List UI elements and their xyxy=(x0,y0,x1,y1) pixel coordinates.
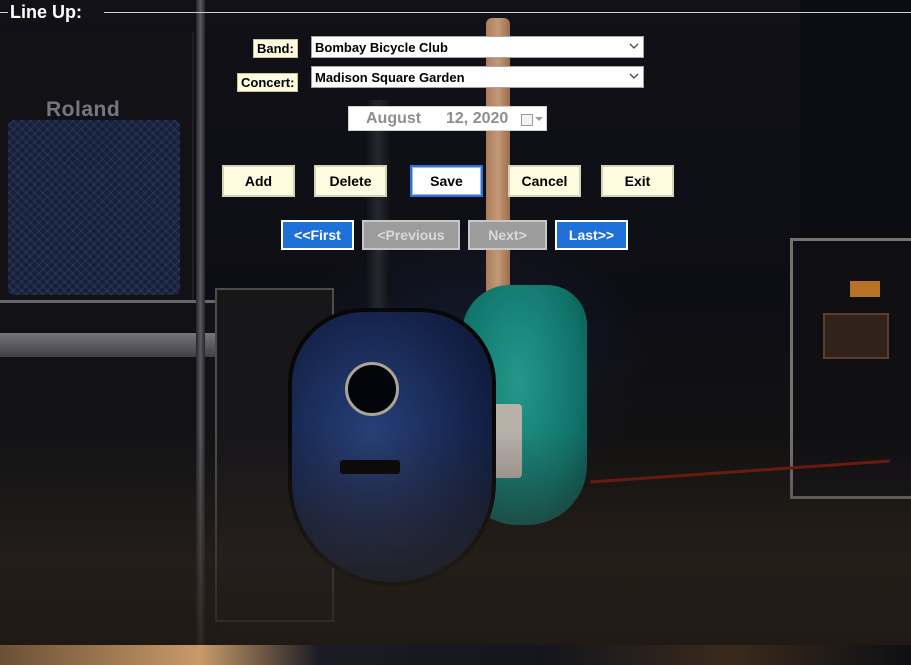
last-record-button[interactable]: Last>> xyxy=(555,220,628,250)
groupbox-border-left xyxy=(0,12,8,13)
delete-button[interactable]: Delete xyxy=(314,165,387,197)
date-month: August xyxy=(366,110,422,127)
concert-combobox-value: Madison Square Garden xyxy=(315,70,465,85)
add-button[interactable]: Add xyxy=(222,165,295,197)
concert-date-picker[interactable]: August 12, 2020 xyxy=(348,106,547,131)
concert-label: Concert: xyxy=(237,73,299,92)
first-record-button[interactable]: <<First xyxy=(281,220,354,250)
cancel-button[interactable]: Cancel xyxy=(508,165,581,197)
next-record-button[interactable]: Next> xyxy=(468,220,547,250)
background-bottom-strip xyxy=(0,645,911,665)
band-combobox-value: Bombay Bicycle Club xyxy=(315,40,448,55)
groupbox-title: Line Up: xyxy=(10,2,82,22)
calendar-checkbox-icon[interactable] xyxy=(521,114,533,126)
exit-button[interactable]: Exit xyxy=(601,165,674,197)
save-button[interactable]: Save xyxy=(410,165,483,197)
groupbox-border-top xyxy=(104,12,911,13)
dropdown-arrow-icon[interactable] xyxy=(535,117,543,121)
line-up-window: Roland Line Up: Band: Bombay Bicycle Clu… xyxy=(0,0,911,665)
concert-combobox[interactable]: Madison Square Garden xyxy=(311,66,644,88)
chevron-down-icon[interactable] xyxy=(629,41,639,51)
band-combobox[interactable]: Bombay Bicycle Club xyxy=(311,36,644,58)
background-shade xyxy=(0,0,911,665)
chevron-down-icon[interactable] xyxy=(629,71,639,81)
band-label: Band: xyxy=(253,39,298,58)
date-day-year: 12, 2020 xyxy=(446,110,509,127)
previous-record-button[interactable]: <Previous xyxy=(362,220,460,250)
